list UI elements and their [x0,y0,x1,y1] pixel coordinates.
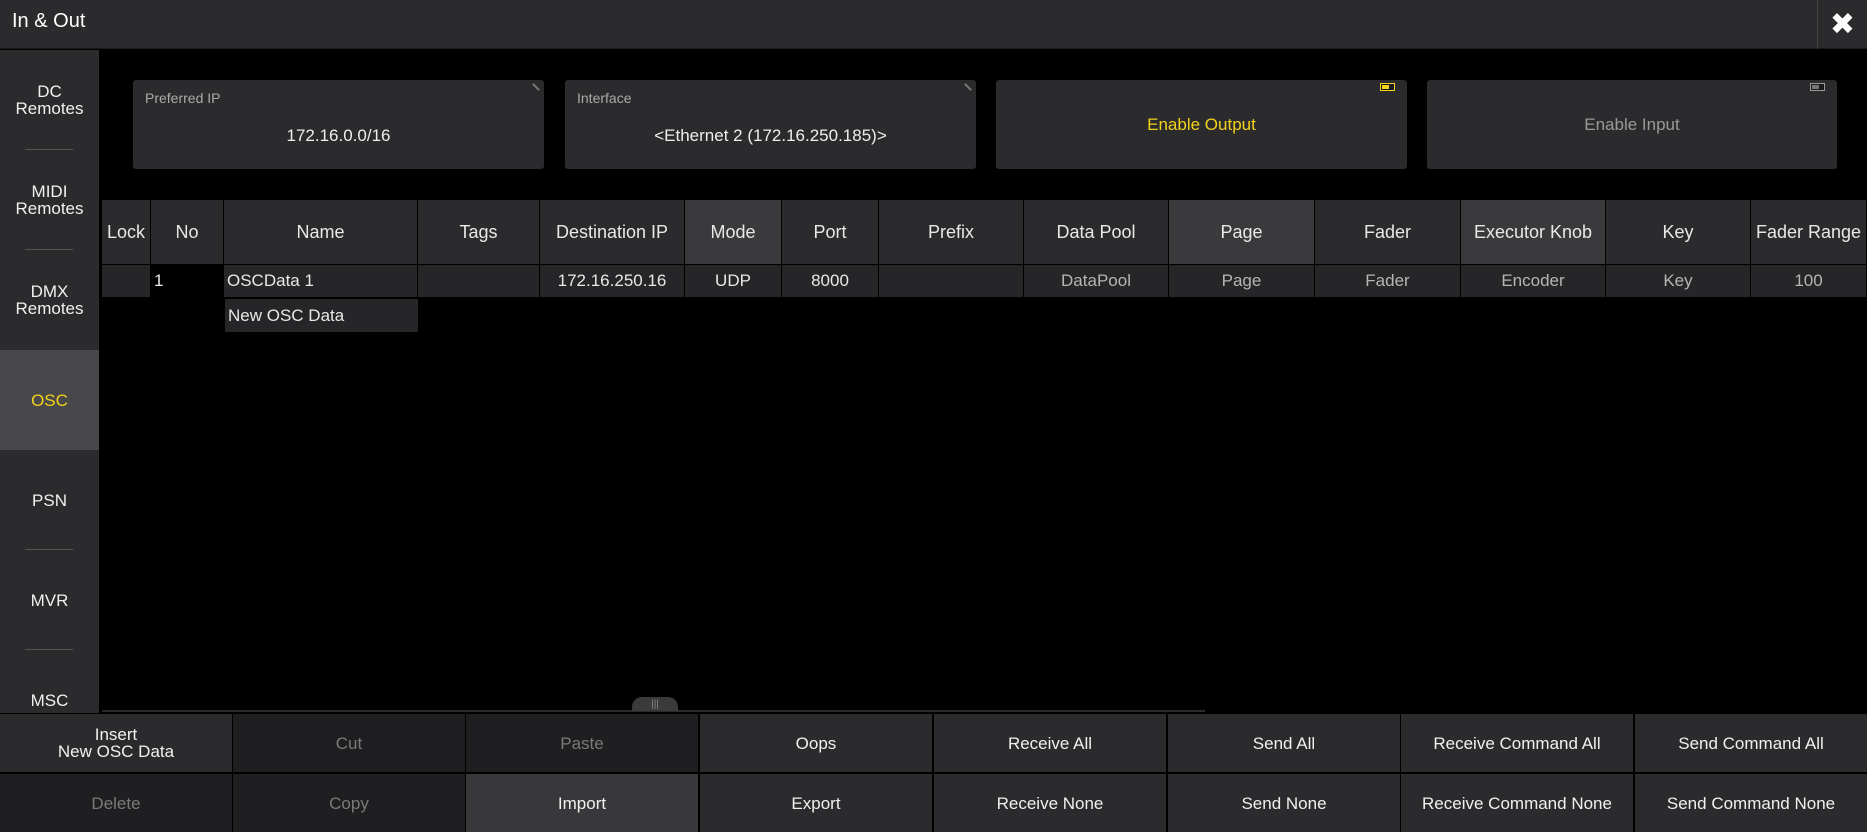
cell-executor-knob[interactable]: Encoder [1461,265,1606,297]
sidebar-item-osc[interactable]: OSC [0,350,99,450]
enable-input-indicator-icon [1810,83,1825,91]
oops-button[interactable]: Oops [700,714,932,772]
in-out-window: In & Out ✖ DC Remotes MIDI Remotes DMX R… [0,0,1867,832]
cell-prefix[interactable] [879,265,1024,297]
cell-mode[interactable]: UDP [685,265,782,297]
edit-corner-icon [527,83,540,96]
sidebar-item-mvr[interactable]: MVR [0,550,99,650]
sidebar-item-msc[interactable]: MSC [0,650,99,713]
cell-key[interactable]: Key [1606,265,1751,297]
export-button[interactable]: Export [700,774,932,832]
preferred-ip-label: Preferred IP [145,90,221,106]
cell-fader-range[interactable]: 100 [1751,265,1867,297]
enable-output-toggle[interactable]: Enable Output [996,80,1407,169]
receive-none-button[interactable]: Receive None [934,774,1166,832]
column-header-lock[interactable]: Lock [102,200,151,264]
column-header-name[interactable]: Name [224,200,418,264]
receive-command-all-button[interactable]: Receive Command All [1401,714,1633,772]
sidebar-item-dmx-remotes[interactable]: DMX Remotes [0,250,99,350]
sidebar-item-psn[interactable]: PSN [0,450,99,550]
enable-output-label: Enable Output [1147,114,1256,134]
column-header-data-pool[interactable]: Data Pool [1024,200,1169,264]
send-command-none-button[interactable]: Send Command None [1635,774,1867,832]
cell-tags[interactable] [418,265,540,297]
column-header-port[interactable]: Port [782,200,879,264]
delete-button[interactable]: Delete [0,774,232,832]
send-command-all-button[interactable]: Send Command All [1635,714,1867,772]
send-none-button[interactable]: Send None [1168,774,1400,832]
sidebar: DC Remotes MIDI Remotes DMX Remotes OSC … [0,50,99,713]
send-all-button[interactable]: Send All [1168,714,1400,772]
enable-input-toggle[interactable]: Enable Input [1427,80,1837,169]
receive-all-button[interactable]: Receive All [934,714,1166,772]
import-button[interactable]: Import [466,774,698,832]
cell-lock[interactable] [102,265,151,297]
interface-field[interactable]: Interface <Ethernet 2 (172.16.250.185)> [565,80,976,169]
interface-value: <Ethernet 2 (172.16.250.185)> [654,126,887,145]
sidebar-item-midi-remotes[interactable]: MIDI Remotes [0,150,99,250]
enable-input-label: Enable Input [1584,114,1680,134]
table-row[interactable]: 1 OSCData 1 172.16.250.16 UDP 8000 DataP… [102,265,1867,298]
interface-label: Interface [577,90,632,106]
grip-icon: ||| [651,698,659,710]
cell-fader[interactable]: Fader [1315,265,1461,297]
column-header-key[interactable]: Key [1606,200,1751,264]
cell-name[interactable]: OSCData 1 [224,265,418,297]
cell-destination-ip[interactable]: 172.16.250.16 [540,265,685,297]
column-header-executor-knob[interactable]: Executor Knob [1461,200,1606,264]
column-header-fader-range[interactable]: Fader Range [1751,200,1867,264]
new-osc-data-row[interactable]: New OSC Data [225,299,418,332]
receive-command-none-button[interactable]: Receive Command None [1401,774,1633,832]
column-header-no[interactable]: No [151,200,224,264]
splitter-handle[interactable]: ||| [632,697,678,711]
title-bar: In & Out ✖ [0,0,1867,49]
preferred-ip-field[interactable]: Preferred IP 172.16.0.0/16 [133,80,544,169]
copy-button[interactable]: Copy [233,774,465,832]
insert-new-osc-data-button[interactable]: Insert New OSC Data [0,714,232,772]
cell-no[interactable]: 1 [151,265,224,297]
cell-page[interactable]: Page [1169,265,1315,297]
enable-output-indicator-icon [1380,83,1395,91]
cell-data-pool[interactable]: DataPool [1024,265,1169,297]
column-header-mode[interactable]: Mode [685,200,782,264]
column-header-destination-ip[interactable]: Destination IP [540,200,685,264]
sidebar-item-dc-remotes[interactable]: DC Remotes [0,50,99,150]
close-icon: ✖ [1829,8,1856,41]
window-title: In & Out [12,10,86,32]
table-header-row: Lock No Name Tags Destination IP Mode Po… [102,200,1867,264]
cell-port[interactable]: 8000 [782,265,879,297]
cut-button[interactable]: Cut [233,714,465,772]
column-header-fader[interactable]: Fader [1315,200,1461,264]
paste-button[interactable]: Paste [466,714,698,772]
column-header-page[interactable]: Page [1169,200,1315,264]
edit-corner-icon [959,83,972,96]
preferred-ip-value: 172.16.0.0/16 [286,126,391,145]
close-button[interactable]: ✖ [1817,0,1867,49]
column-header-tags[interactable]: Tags [418,200,540,264]
column-header-prefix[interactable]: Prefix [879,200,1024,264]
